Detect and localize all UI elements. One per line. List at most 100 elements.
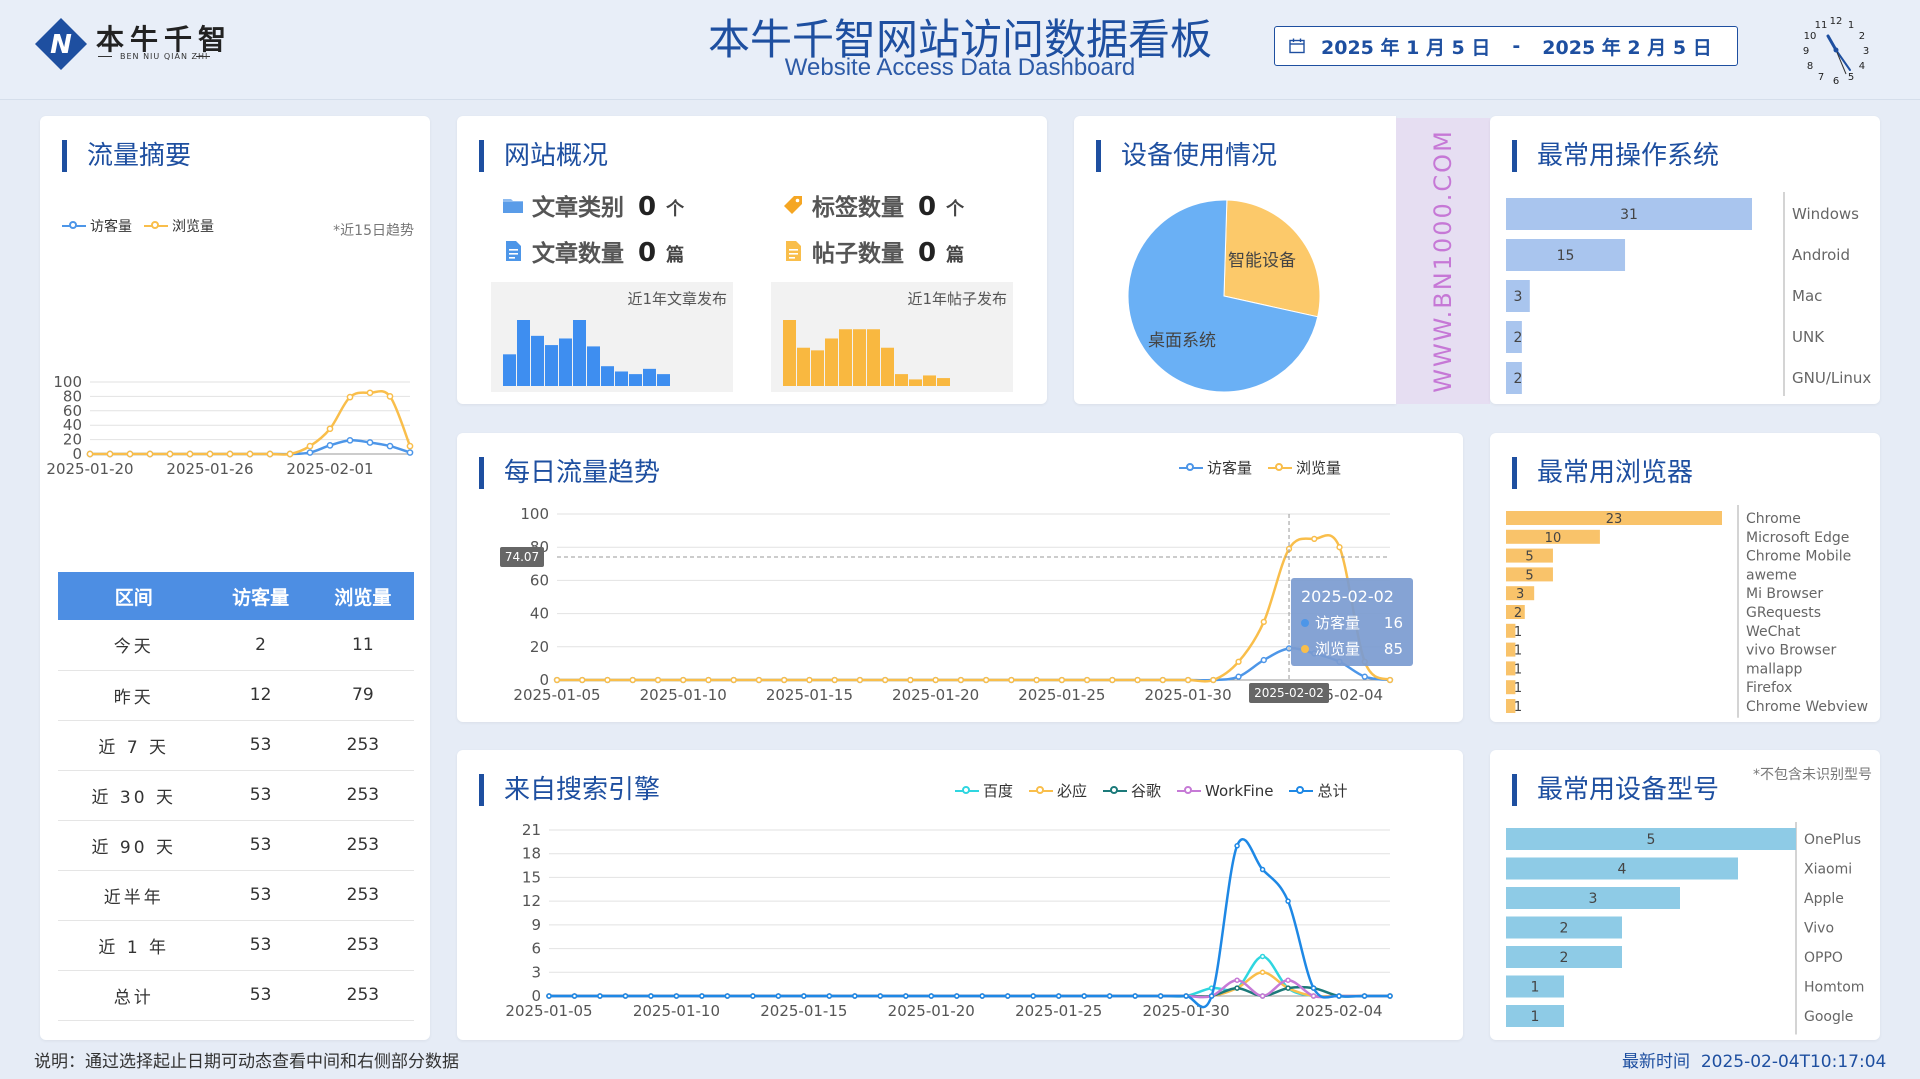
category-label: OPPO [1804,950,1843,966]
browser-title: 最常用浏览器 [1512,457,1693,489]
stat-value: 0 [638,238,657,268]
row-pageviews: 253 [311,920,414,971]
tooltip-date: 2025-02-02 [1301,587,1394,606]
clock-number: 9 [1803,46,1809,57]
bar [615,371,628,386]
data-point [604,676,611,684]
row-pageviews: 253 [311,770,414,821]
summary-card: 流量摘要 访客量 浏览量 *近15日趋势 0 20 40 60 80 100 2025-01… [40,116,430,1040]
data-point [1055,993,1062,999]
row-range: 近 1 年 [58,920,210,971]
footer-note: 说明：通过选择起止日期可动态查看中间和右侧部分数据 [34,1052,459,1072]
x-tick-label: 2025-01-30 [1144,686,1231,704]
slice-label: 智能设备 [1228,251,1296,271]
tooltip-dot [1301,619,1309,627]
data-point [1058,676,1065,684]
category-label: Apple [1804,891,1844,907]
data-point [1134,676,1141,684]
data-point [1259,953,1266,960]
legend-pageview[interactable]: 浏览量 [172,216,214,236]
data-point [1310,993,1317,999]
category-label: Homtom [1804,980,1864,996]
series-line [548,955,1390,998]
folder-icon [503,199,523,213]
date-start[interactable]: 2025 年 1 月 5 日 [1321,33,1490,60]
bar-value-label: 31 [1620,207,1638,223]
os-card: 最常用操作系统 31 Windows 15 Android 3 Mac 2 UNK 2 GNU/L… [1490,116,1880,404]
bar [909,379,922,386]
tooltip-value: 16 [1384,614,1403,632]
device-model-title: 最常用设备型号 [1512,774,1719,806]
table-row: 近 90 天 53 253 [58,820,414,871]
stat-label: 标签数量 [812,195,904,221]
date-end[interactable]: 2025 年 2 月 5 日 [1542,33,1711,60]
last-update: 最新时间 2025-02-04T10:17:04 [1622,1047,1886,1072]
bar-value-label: 1 [1514,644,1522,659]
data-point [1235,658,1242,665]
bar-value-label: 1 [1514,700,1522,715]
category-label: vivo Browser [1746,643,1836,659]
bar [629,374,642,386]
category-label: GRequests [1746,605,1821,621]
data-point [106,450,114,458]
table-row: 昨天 12 79 [58,670,414,721]
data-point [1208,993,1215,999]
summary-note: *近15日趋势 [333,223,414,239]
data-point [1386,676,1394,684]
row-range: 近半年 [58,870,210,921]
bar-value-label: 3 [1514,289,1523,305]
x-tick-label: 2025-01-10 [633,1002,720,1020]
bar [895,374,908,386]
data-point [856,676,864,684]
bar [559,338,572,386]
data-point [266,450,274,458]
post-publish-panel: 近1年帖子发布 [771,282,1013,392]
daily-trend-chart[interactable]: 0204060801002025-01-052025-01-102025-01-… [457,433,1463,722]
overview-title: 网站概况 [479,140,608,172]
table-header-row: 区间 访客量 浏览量 [58,572,414,620]
logo-divider [98,56,112,57]
data-point [1234,985,1240,991]
bar-value-label: 2 [1514,606,1522,621]
data-point [166,450,174,458]
data-point [1310,985,1317,991]
clock-number: 6 [1833,76,1839,87]
legend-visitor[interactable]: 访客量 [90,216,132,236]
data-point [346,393,354,401]
series-line [557,647,1391,682]
data-point [206,450,214,458]
document-icon [506,241,521,261]
stat-article-count: 文章数量 0 篇 [502,234,684,268]
device-model-card: 最常用设备型号 *不包含未识别型号 5 OnePlus 4 Xiaomi 3 Apple 2… [1490,750,1880,1040]
table-header: 访客量 [209,572,312,620]
bar [853,329,866,386]
slice-label: 桌面系统 [1148,331,1216,351]
data-point [629,676,636,684]
data-point [1030,993,1036,999]
row-pageviews: 253 [311,820,414,871]
browser-bar-chart: 23 Chrome10 Microsoft Edge5 Chrome Mobile5 a… [1506,505,1868,718]
data-point [1311,535,1318,543]
data-point [571,993,578,999]
bar [783,320,796,386]
data-point [775,993,782,999]
data-point [546,993,552,999]
os-bar-chart: 31 Windows 15 Android 3 Mac 2 UNK 2 GNU/Linux [1506,192,1871,396]
bar-value-label: 5 [1525,550,1533,565]
bar-value-label: 3 [1589,891,1598,907]
clock-number: 5 [1848,72,1854,83]
stat-value: 0 [918,238,937,268]
data-point [1033,676,1040,684]
search-engine-card: 来自搜索引擎 百度 必应 谷歌 WorkFine 总计 0 3 6 9 12 15 18 21 2025… [457,750,1463,1040]
category-label: Microsoft Edge [1746,530,1849,546]
svg-text:N: N [50,30,72,60]
daily-trend-card: 每日流量趋势 访客量 浏览量 0204060801002025-01-05202… [457,433,1463,722]
row-pageviews: 79 [311,670,414,721]
data-point [705,676,712,684]
table-row: 近 30 天 53 253 [58,770,414,821]
y-tick-label: 20 [530,638,549,656]
date-range-picker[interactable]: 2025 年 1 月 5 日 - 2025 年 2 月 5 日 [1274,26,1738,66]
category-label: aweme [1746,567,1797,583]
category-label: Google [1804,1009,1853,1025]
row-pageviews: 11 [311,620,414,671]
